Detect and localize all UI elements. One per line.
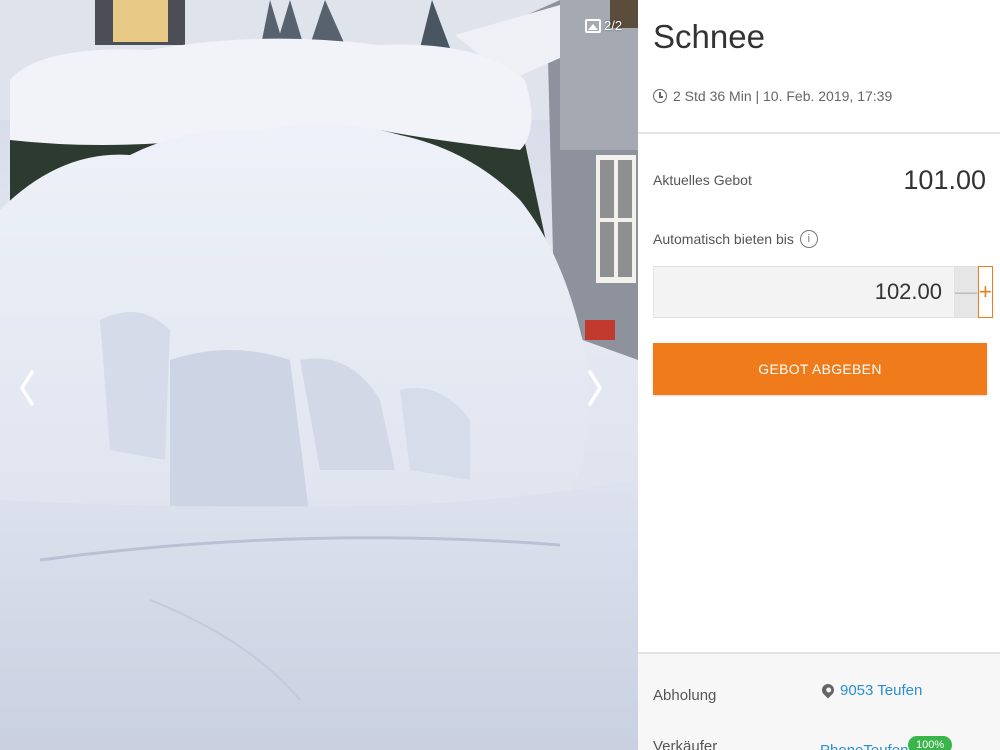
seller-name-link[interactable]: PhoneTeufen — [820, 742, 908, 750]
divider — [638, 132, 1000, 134]
pickup-label: Abholung — [653, 687, 717, 704]
auto-bid-stepper: — + — [653, 266, 993, 318]
snow-scene-image — [0, 0, 638, 750]
place-bid-button[interactable]: GEBOT ABGEBEN — [653, 343, 987, 395]
chevron-left-icon — [20, 370, 34, 406]
location-pin-icon — [819, 681, 837, 698]
info-icon[interactable]: i — [799, 230, 818, 248]
current-bid-value: 101.00 — [903, 165, 986, 195]
image-counter: 2/2 — [585, 18, 622, 33]
pickup-location-link[interactable]: 9053 Teufen — [819, 681, 923, 699]
listing-detail-panel: Schnee 2 Std 36 Min | 10. Feb. 2019, 17:… — [638, 0, 1000, 750]
seller-label: Verkäufer — [653, 738, 718, 750]
chevron-right-icon — [588, 370, 602, 406]
previous-image-button[interactable] — [18, 368, 48, 416]
next-image-button[interactable] — [586, 368, 616, 416]
listing-details-footer: Abholung 9053 Teufen Verkäufer PhoneTeuf… — [638, 654, 1000, 750]
decrease-bid-button[interactable]: — — [954, 266, 978, 318]
current-bid-label: Aktuelles Gebot — [653, 172, 752, 188]
listing-title: Schnee — [653, 18, 765, 55]
listing-photo[interactable]: 2/2 — [0, 0, 638, 750]
listing-time-remaining: 2 Std 36 Min | 10. Feb. 2019, 17:39 — [653, 88, 892, 104]
seller-rating-badge: 100% — [908, 736, 953, 750]
increase-bid-button[interactable]: + — [978, 266, 993, 318]
auto-bid-label: Automatisch bieten bis i — [653, 230, 818, 248]
image-icon — [585, 18, 601, 33]
pickup-location-text: 9053 Teufen — [840, 682, 923, 699]
auto-bid-input[interactable] — [653, 266, 954, 318]
auto-bid-label-text: Automatisch bieten bis — [653, 231, 794, 247]
time-remaining-text: 2 Std 36 Min | 10. Feb. 2019, 17:39 — [673, 88, 893, 104]
image-counter-text: 2/2 — [604, 18, 623, 33]
clock-icon — [653, 89, 667, 103]
